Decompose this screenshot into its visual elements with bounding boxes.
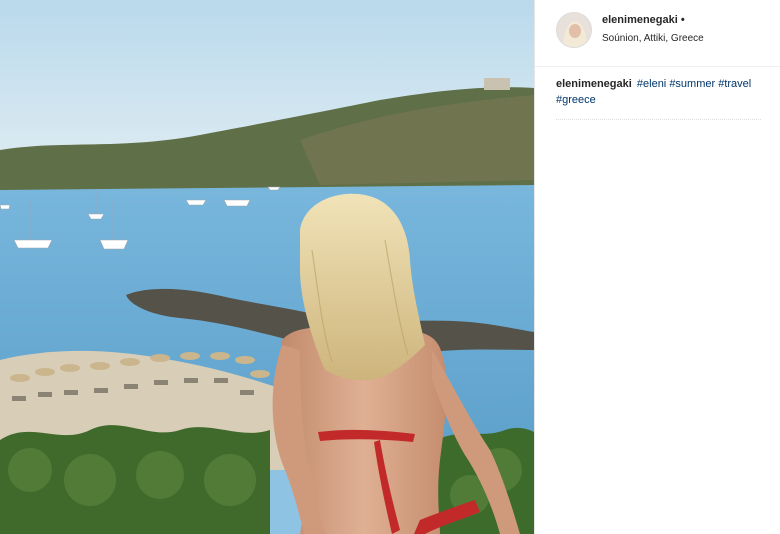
post-caption: elenimenegaki #eleni #summer #travel #gr… [556, 76, 771, 108]
caption-username[interactable]: elenimenegaki [556, 78, 632, 90]
hashtag-link[interactable]: #eleni [637, 78, 666, 90]
post-photo[interactable] [0, 0, 534, 534]
hashtag-link[interactable]: #travel [718, 78, 751, 90]
username-row: elenimenegaki • [602, 14, 685, 26]
avatar[interactable] [556, 12, 592, 48]
hashtag-link[interactable]: #greece [556, 94, 596, 106]
post-header: elenimenegaki • Soúnion, Attiki, Greece [535, 0, 780, 67]
username-link[interactable]: elenimenegaki [602, 14, 678, 26]
follow-dot: • [680, 14, 685, 26]
hashtag-link[interactable]: #summer [669, 78, 715, 90]
temple-ruin [484, 78, 510, 90]
post-side-panel: elenimenegaki • Soúnion, Attiki, Greece e… [534, 0, 780, 534]
faded-comment-line [556, 119, 761, 123]
avatar-image [557, 13, 591, 47]
location-link[interactable]: Soúnion, Attiki, Greece [602, 33, 704, 44]
beach-photo-image [0, 0, 534, 534]
